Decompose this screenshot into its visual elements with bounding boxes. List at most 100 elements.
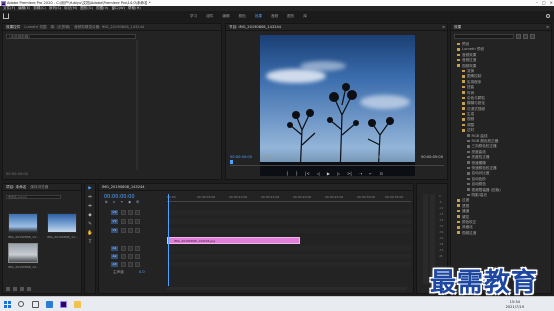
track-label[interactable]: A2 xyxy=(111,254,118,259)
mic-icon[interactable] xyxy=(135,262,140,267)
step-back-button[interactable]: ◁ xyxy=(317,171,320,176)
search-icon[interactable] xyxy=(18,301,24,307)
new-item-icon[interactable] xyxy=(20,287,24,291)
play-button[interactable]: ▶ xyxy=(327,171,330,176)
media-thumbnail[interactable] xyxy=(8,213,38,233)
trash-icon[interactable] xyxy=(27,287,31,291)
workspace-effects[interactable]: 效果 xyxy=(255,14,262,19)
tab-media-browser[interactable]: 媒体浏览器 xyxy=(30,185,48,190)
eye-icon[interactable] xyxy=(135,210,140,215)
mute-icon[interactable] xyxy=(121,262,126,267)
program-playhead[interactable] xyxy=(230,160,233,164)
search-icon[interactable] xyxy=(546,14,550,18)
track-label[interactable]: V3 xyxy=(111,210,118,215)
close-button[interactable]: × xyxy=(550,0,553,5)
edge-browser-icon[interactable] xyxy=(46,301,53,308)
track-label[interactable]: V1 xyxy=(111,228,118,233)
workspace-audio[interactable]: 音频 xyxy=(271,14,278,19)
go-to-out-button[interactable]: >| xyxy=(347,171,352,176)
panel-menu-icon[interactable]: ≡ xyxy=(546,25,549,29)
extract-button[interactable]: ⇠ xyxy=(369,171,372,176)
timeline-clip[interactable]: IMG_20190808_143244.jpg xyxy=(167,237,300,244)
media-thumbnail[interactable] xyxy=(47,213,77,233)
tab-sequence[interactable]: IMG_20190808_143244 xyxy=(102,185,145,189)
effect-folder[interactable]: 视频过渡 xyxy=(457,231,551,236)
accelerated-filter-icon[interactable] xyxy=(516,34,521,39)
pen-tool-icon[interactable]: ✎ xyxy=(87,222,93,228)
list-view-icon[interactable] xyxy=(6,287,10,291)
timeline-ruler[interactable]: 00:00 00:00:05:00 00:00:10:00 00:00:15:0… xyxy=(167,195,411,202)
effects-search-input[interactable] xyxy=(454,34,514,39)
track-select-tool-icon[interactable]: ⇹ xyxy=(87,195,93,201)
eye-icon[interactable] xyxy=(135,219,140,224)
windows-start-icon[interactable] xyxy=(4,301,11,308)
maximize-button[interactable]: □ xyxy=(542,0,546,5)
solo-icon[interactable] xyxy=(128,254,133,259)
lock-icon[interactable] xyxy=(121,228,126,233)
type-tool-icon[interactable]: T xyxy=(87,240,93,246)
hand-tool-icon[interactable]: ✋ xyxy=(87,231,93,237)
tab-lumetri-scopes[interactable]: Lumetri 范围 xyxy=(24,25,46,30)
workspace-editing[interactable]: 编辑 xyxy=(222,14,229,19)
eye-icon[interactable] xyxy=(135,228,140,233)
clip-select-dropdown[interactable]: (未选择剪辑) xyxy=(6,34,136,39)
razor-tool-icon[interactable]: ◆ xyxy=(87,213,93,219)
tab-source[interactable]: 源: (无剪辑) xyxy=(51,25,71,30)
source-scrollbar[interactable] xyxy=(136,40,138,170)
linked-selection-icon[interactable]: ⚭ xyxy=(120,200,123,204)
tab-project[interactable]: 项目: 未命名 xyxy=(6,185,26,190)
wrench-icon[interactable]: ⚙ xyxy=(136,200,139,204)
minimize-button[interactable]: – xyxy=(536,0,538,5)
yuv-filter-icon[interactable] xyxy=(530,34,535,39)
add-marker-icon[interactable]: ◆ xyxy=(128,200,131,204)
mute-icon[interactable] xyxy=(121,254,126,259)
home-icon[interactable] xyxy=(3,13,9,19)
sync-icon[interactable] xyxy=(128,210,133,215)
track-area[interactable] xyxy=(167,228,411,233)
tab-effect-controls[interactable]: 效果控件 xyxy=(6,25,20,30)
mic-icon[interactable] xyxy=(135,254,140,259)
sync-icon[interactable] xyxy=(128,219,133,224)
icon-view-icon[interactable] xyxy=(13,287,17,291)
timeline-zoom-scrollbar[interactable] xyxy=(167,287,407,290)
selection-tool-icon[interactable]: ▶ xyxy=(87,186,93,192)
workspace-libraries[interactable]: 库 xyxy=(303,14,307,19)
program-time-ruler[interactable] xyxy=(230,162,444,166)
tab-effects[interactable]: 效果 xyxy=(454,25,461,30)
workspace-graphics[interactable]: 图形 xyxy=(287,14,294,19)
lock-icon[interactable] xyxy=(121,210,126,215)
mark-in-button[interactable]: { xyxy=(286,171,289,176)
track-area[interactable] xyxy=(167,219,411,224)
track-area[interactable] xyxy=(167,262,411,267)
mute-icon[interactable] xyxy=(121,246,126,251)
go-to-in-button[interactable]: |< xyxy=(305,171,310,176)
sync-icon[interactable] xyxy=(128,228,133,233)
solo-icon[interactable] xyxy=(128,246,133,251)
workspace-assembly[interactable]: 组件 xyxy=(206,14,213,19)
ripple-edit-tool-icon[interactable]: ⇼ xyxy=(87,204,93,210)
solo-icon[interactable] xyxy=(128,262,133,267)
32bit-filter-icon[interactable] xyxy=(523,34,528,39)
track-label[interactable]: A1 xyxy=(111,246,118,251)
program-timecode-current[interactable]: 00:00:00:00 xyxy=(230,155,252,159)
workspace-learn[interactable]: 学习 xyxy=(190,14,197,19)
mic-icon[interactable] xyxy=(135,246,140,251)
workspace-color[interactable]: 颜色 xyxy=(239,14,246,19)
lock-icon[interactable] xyxy=(121,219,126,224)
fit-dropdown[interactable]: 适合 xyxy=(264,155,271,160)
media-thumbnail-selected[interactable] xyxy=(8,243,38,263)
track-area[interactable] xyxy=(167,210,411,215)
file-explorer-icon[interactable] xyxy=(74,301,81,308)
master-volume-value[interactable]: 0.0 xyxy=(139,270,145,274)
track-area[interactable] xyxy=(167,246,411,251)
track-area[interactable] xyxy=(167,254,411,259)
track-label[interactable]: A3 xyxy=(111,262,118,267)
premiere-taskbar-icon[interactable] xyxy=(60,301,67,308)
nest-icon[interactable]: ⧉ xyxy=(105,200,108,204)
tab-audio-clip-mixer[interactable]: 音频剪辑混合器: IMG_20190808_143244 xyxy=(74,25,144,30)
panel-menu-icon[interactable]: ≡ xyxy=(442,25,445,29)
lift-button[interactable]: ⇢ xyxy=(359,171,362,176)
resolution-dropdown[interactable]: 1/2 xyxy=(374,155,380,159)
step-forward-button[interactable]: ▷ xyxy=(337,171,340,176)
export-frame-button[interactable]: ⊡ xyxy=(379,171,382,176)
